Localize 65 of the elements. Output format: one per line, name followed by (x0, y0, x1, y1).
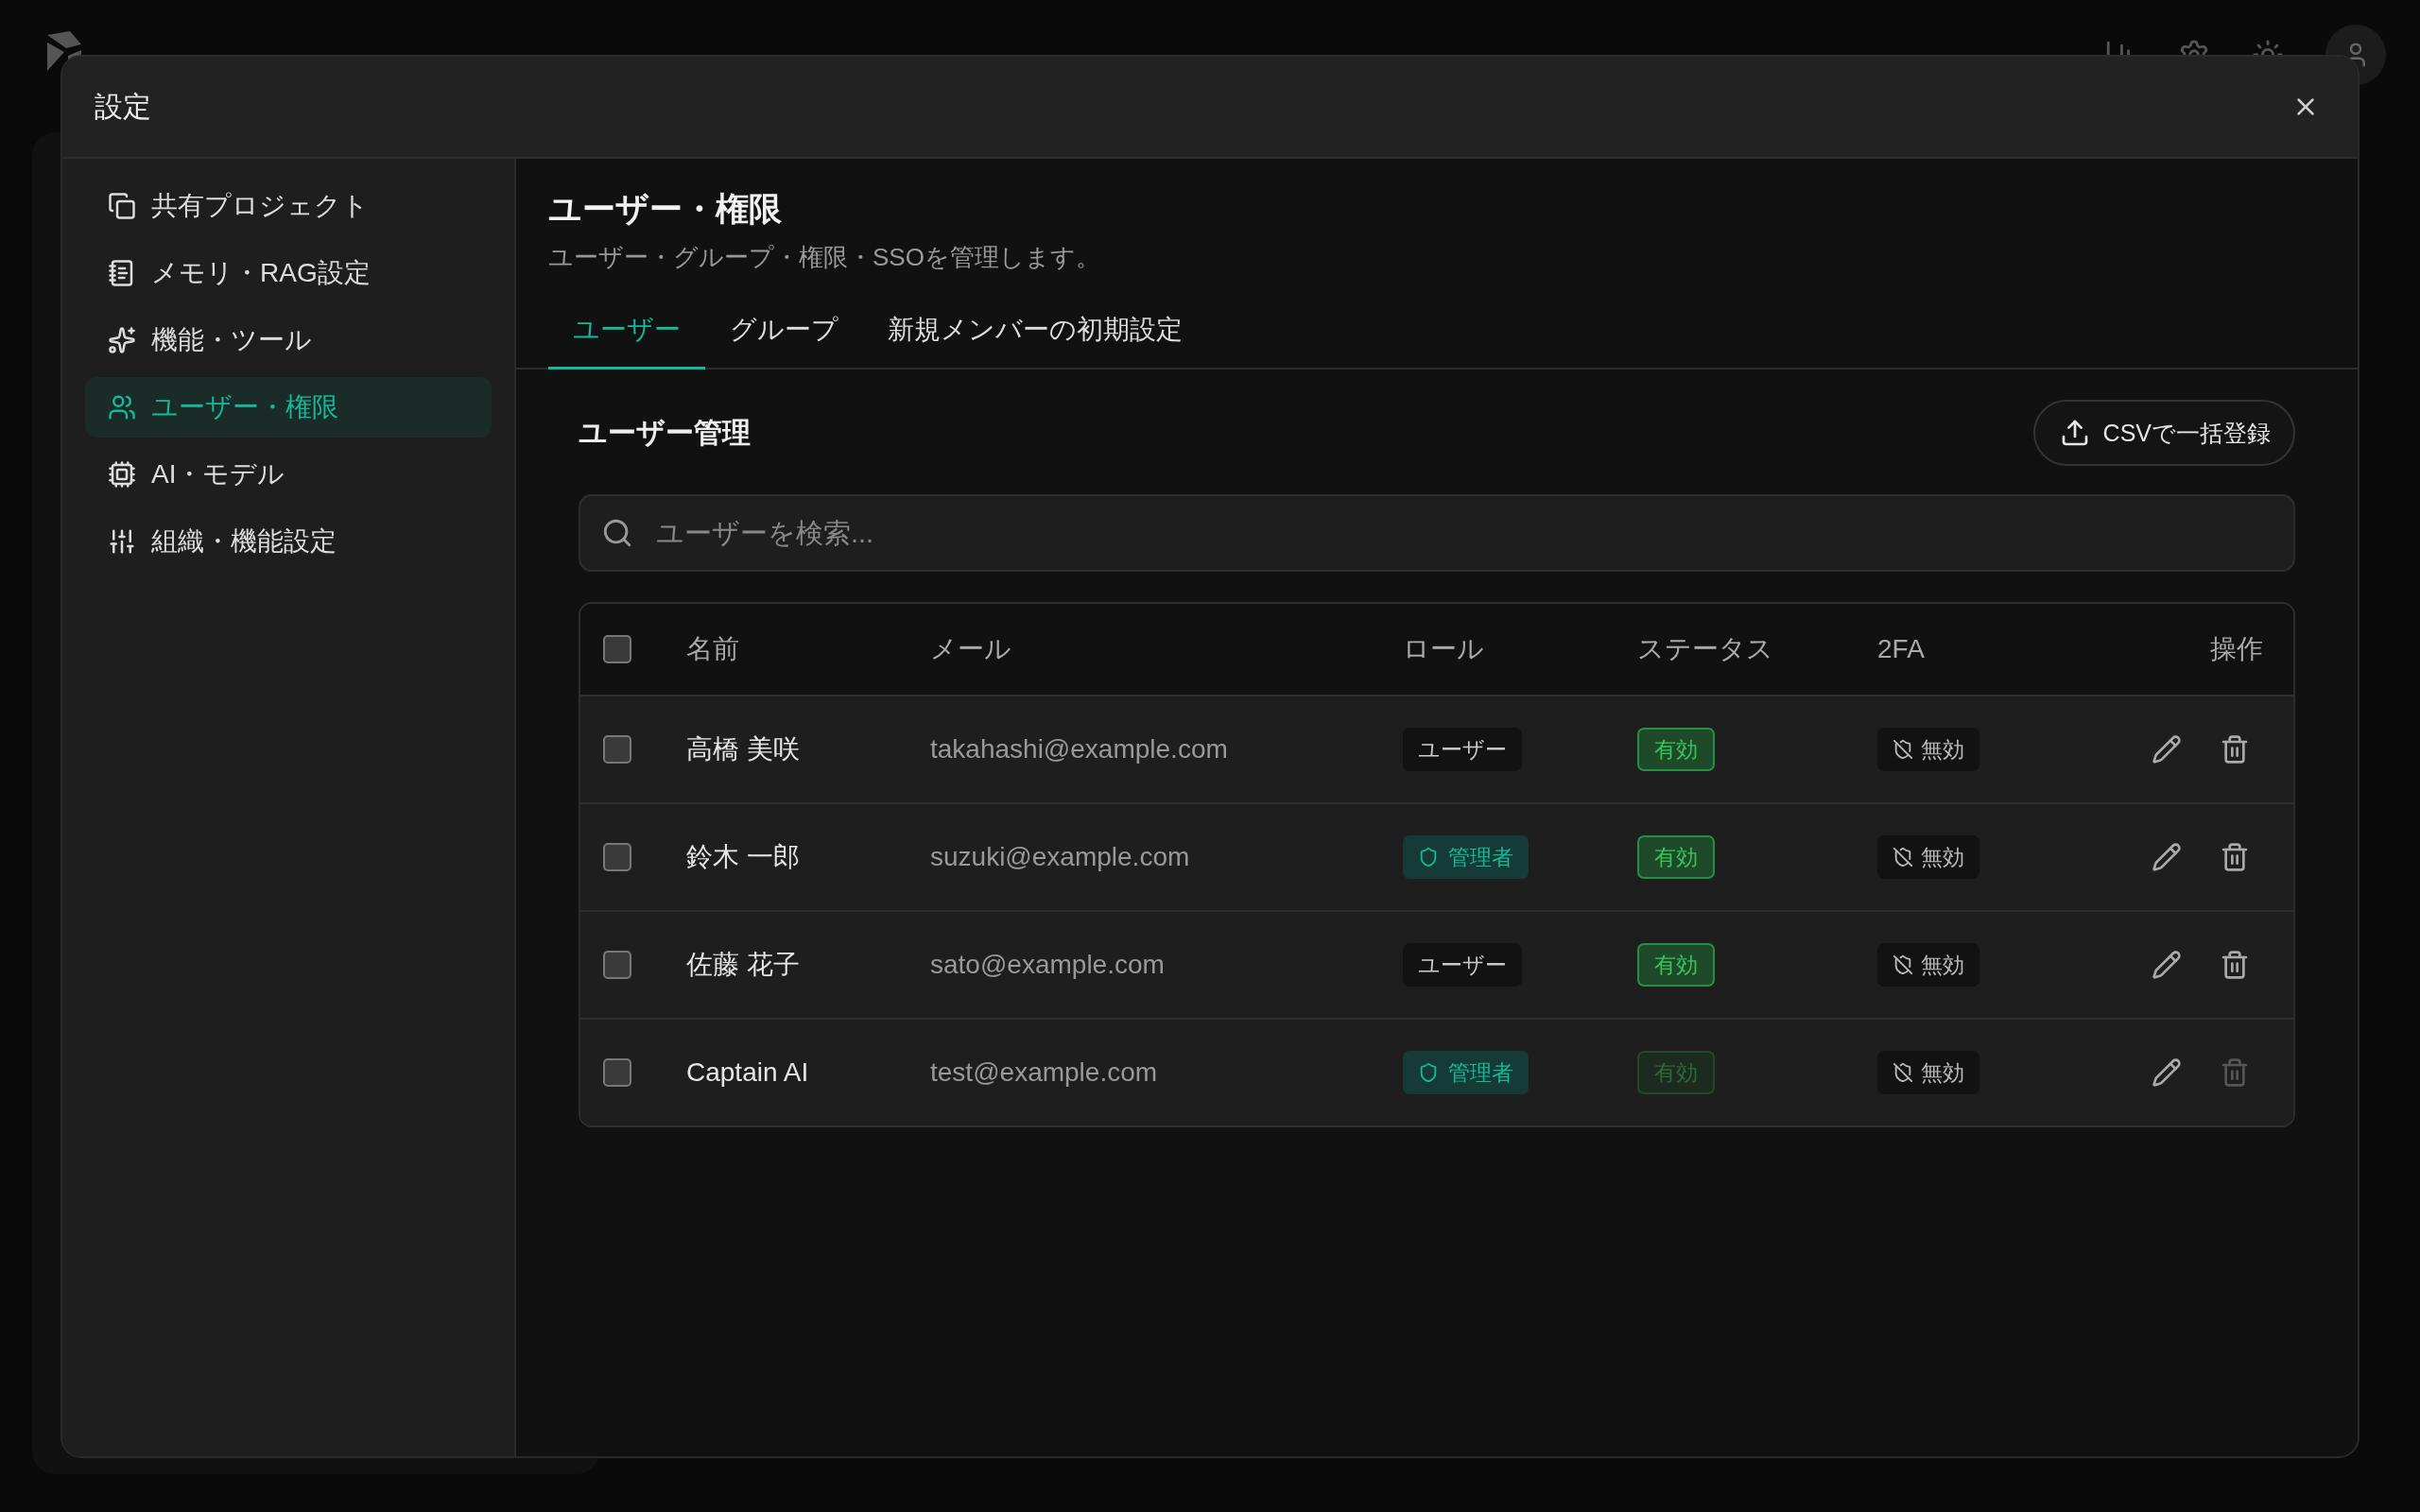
status-tag: 有効 (1637, 835, 1715, 879)
row-checkbox[interactable] (603, 843, 631, 871)
select-all-checkbox[interactable] (603, 635, 631, 663)
email-cell-text: test@example.com (930, 1057, 1159, 1088)
row-checkbox[interactable] (603, 735, 631, 764)
shield-off-icon (1893, 1062, 1913, 1083)
name-cell-text: 佐藤 花子 (686, 949, 801, 981)
chip-icon (108, 460, 136, 489)
sidebar-item[interactable]: 共有プロジェクト (85, 176, 492, 236)
sliders-icon (108, 527, 136, 556)
role-tag: ユーザー (1403, 943, 1522, 987)
edit-button[interactable] (2152, 734, 2182, 765)
shield-off-icon (1893, 739, 1913, 760)
tab[interactable]: グループ (705, 301, 863, 369)
column-header: 操作 (2210, 633, 2263, 665)
twofa-tag: 無効 (1877, 1051, 1979, 1094)
twofa-tag: 無効 (1877, 728, 1979, 771)
search-field[interactable]: ユーザーを検索... (579, 494, 2295, 572)
csv-import-button[interactable]: CSVで一括登録 (2032, 400, 2295, 466)
users-icon (108, 393, 136, 421)
email-cell-text: takahashi@example.com (930, 734, 1229, 765)
role-tag: ユーザー (1403, 728, 1522, 771)
twofa-tag: 無効 (1877, 943, 1979, 987)
shield-icon (1418, 847, 1439, 868)
sparkles-icon (108, 326, 136, 354)
name-cell-text: 高橋 美咲 (686, 733, 801, 765)
page-title: ユーザー・権限 (548, 189, 783, 229)
delete-button[interactable] (2220, 950, 2250, 980)
edit-button[interactable] (2152, 842, 2182, 872)
twofa-tag: 無効 (1877, 835, 1979, 879)
email-cell-text: suzuki@example.com (930, 842, 1191, 872)
name-cell-text: Captain AI (686, 1057, 810, 1088)
column-header: ロール (1403, 633, 1485, 665)
page-subtitle: ユーザー・グループ・権限・SSOを管理します。 (548, 242, 1101, 273)
status-tag: 有効 (1637, 728, 1715, 771)
email-cell-text: sato@example.com (930, 950, 1166, 980)
role-tag: 管理者 (1403, 1051, 1529, 1094)
copy-icon (108, 192, 136, 220)
sidebar-item[interactable]: 機能・ツール (85, 310, 492, 370)
sidebar-item[interactable]: ユーザー・権限 (85, 377, 492, 438)
name-cell-text: 鈴木 一郎 (686, 841, 801, 873)
row-checkbox[interactable] (603, 951, 631, 979)
dialog-title: 設定 (95, 89, 151, 124)
column-header: 名前 (686, 633, 740, 665)
role-tag: 管理者 (1403, 835, 1529, 879)
edit-button[interactable] (2152, 1057, 2182, 1088)
section-title: ユーザー管理 (579, 415, 751, 450)
sidebar-item[interactable]: メモリ・RAG設定 (85, 243, 492, 303)
tab[interactable]: ユーザー (548, 301, 705, 369)
edit-button[interactable] (2152, 950, 2182, 980)
column-header: メール (930, 633, 1012, 665)
status-tag: 有効 (1637, 1051, 1715, 1094)
status-tag: 有効 (1637, 943, 1715, 987)
search-icon (601, 517, 633, 549)
delete-button[interactable] (2220, 842, 2250, 872)
tab[interactable]: 新規メンバーの初期設定 (863, 301, 1207, 369)
column-header: ステータス (1637, 633, 1774, 665)
shield-off-icon (1893, 847, 1913, 868)
column-header: 2FA (1877, 634, 1926, 664)
sidebar-item[interactable]: 組織・機能設定 (85, 511, 492, 572)
sidebar-item[interactable]: AI・モデル (85, 444, 492, 505)
shield-off-icon (1893, 954, 1913, 975)
row-checkbox[interactable] (603, 1058, 631, 1087)
delete-button[interactable] (2220, 734, 2250, 765)
shield-icon (1418, 1062, 1439, 1083)
